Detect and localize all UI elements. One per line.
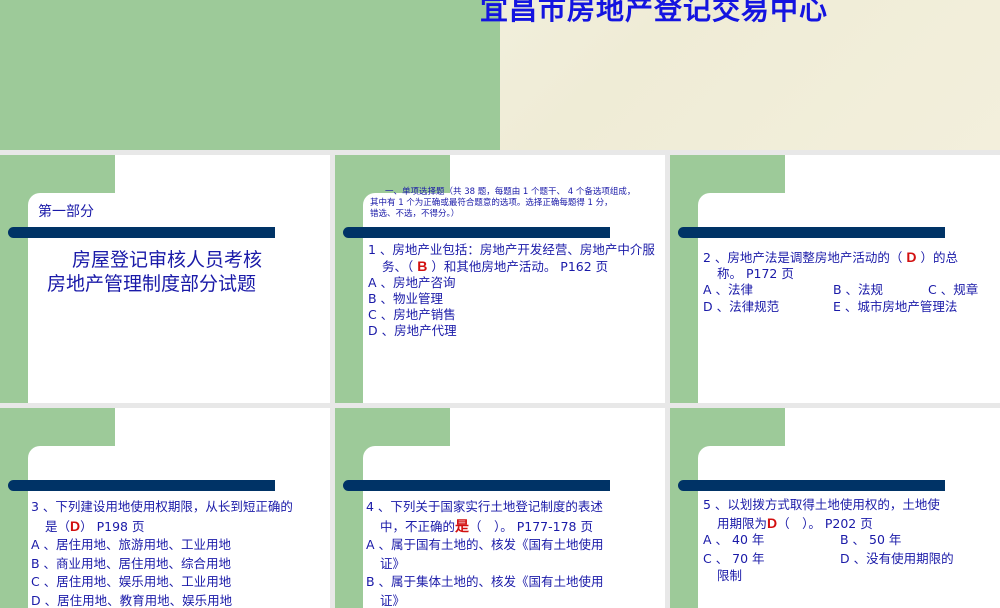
option: B 、 50 年: [840, 532, 901, 548]
question-text: 2 、房地产法是调整房地产活动的（ D ）的总 称。 P172 页: [703, 249, 958, 282]
answer-mark: D: [70, 518, 80, 534]
answer-mark: B: [417, 258, 427, 274]
slide-thumbnail-6[interactable]: 5 、以划拨方式取得土地使用权的，土地使 用期限为D（ ）。 P202 页 A …: [670, 408, 1000, 608]
option: C 、 70 年: [703, 551, 765, 567]
option: E 、城市房地产管理法: [833, 299, 957, 315]
option: B 、物业管理: [368, 291, 655, 307]
divider-bar: [343, 227, 610, 238]
divider-bar: [8, 480, 275, 491]
option: B 、属于集体土地的、核发《国有土地使用: [366, 573, 604, 592]
question-text: 1 、房地产业包括：房地产开发经营、房地产中介服 务、（ B ）和其他房地产活动…: [368, 242, 655, 339]
header-title: 宜昌市房地产登记交易中心: [480, 0, 828, 28]
header-slide: 宜昌市房地产登记交易中心: [0, 0, 1000, 150]
intro-line: 错选、不选，不得分。）: [370, 209, 459, 220]
divider-bar: [678, 480, 945, 491]
option: C 、居住用地、娱乐用地、工业用地: [31, 573, 293, 592]
part-label: 第一部分: [38, 204, 94, 220]
option: A 、法律: [703, 282, 753, 298]
slide-thumbnail-4[interactable]: 3 、下列建设用地使用权期限，从长到短正确的 是（D） P198 页 A 、居住…: [0, 408, 330, 608]
slide-thumbnail-5[interactable]: 4 、下列关于国家实行土地登记制度的表述 中，不正确的是（ ）。 P177-17…: [335, 408, 665, 608]
option: D 、没有使用期限的: [840, 551, 954, 567]
intro-line: 其中有 1 个为正确或最符合题意的选项。选择正确每题得 1 分，: [370, 198, 613, 209]
slide-thumbnail-2[interactable]: 一、单项选择题（共 38 题，每题由 1 个题干、 4 个备选项组成， 其中有 …: [335, 155, 665, 403]
option: A 、 40 年: [703, 532, 764, 548]
divider-bar: [8, 227, 275, 238]
slide-title-line1: 房屋登记审核人员考核: [72, 248, 262, 272]
green-panel: [0, 0, 500, 150]
answer-mark: D: [767, 515, 777, 531]
slide-thumbnail-1[interactable]: 第一部分 房屋登记审核人员考核 房地产管理制度部分试题: [0, 155, 330, 403]
option: B 、商业用地、居住用地、综合用地: [31, 555, 293, 574]
answer-mark: D: [906, 249, 916, 265]
slide-title-line2: 房地产管理制度部分试题: [47, 272, 256, 296]
option: A 、属于国有土地的、核发《国有土地使用: [366, 536, 604, 555]
question-text: 4 、下列关于国家实行土地登记制度的表述 中，不正确的是（ ）。 P177-17…: [366, 498, 604, 608]
option: C 、房地产销售: [368, 307, 655, 323]
divider-bar: [343, 480, 610, 491]
option: D 、法律规范: [703, 299, 779, 315]
divider-bar: [678, 227, 945, 238]
option: C 、规章: [928, 282, 978, 298]
option: B 、法规: [833, 282, 883, 298]
question-text: 3 、下列建设用地使用权期限，从长到短正确的 是（D） P198 页 A 、居住…: [31, 498, 293, 608]
option: D 、房地产代理: [368, 323, 655, 339]
question-text: 5 、以划拨方式取得土地使用权的，土地使 用期限为D（ ）。 P202 页: [703, 496, 940, 533]
intro-line: 一、单项选择题（共 38 题，每题由 1 个题干、 4 个备选项组成，: [385, 187, 635, 198]
option: 限制: [717, 568, 742, 584]
option: A 、居住用地、旅游用地、工业用地: [31, 536, 293, 555]
slide-thumbnail-3[interactable]: 2 、房地产法是调整房地产活动的（ D ）的总 称。 P172 页 A 、法律 …: [670, 155, 1000, 403]
option: A 、房地产咨询: [368, 275, 655, 291]
answer-mark: 是: [455, 518, 469, 534]
